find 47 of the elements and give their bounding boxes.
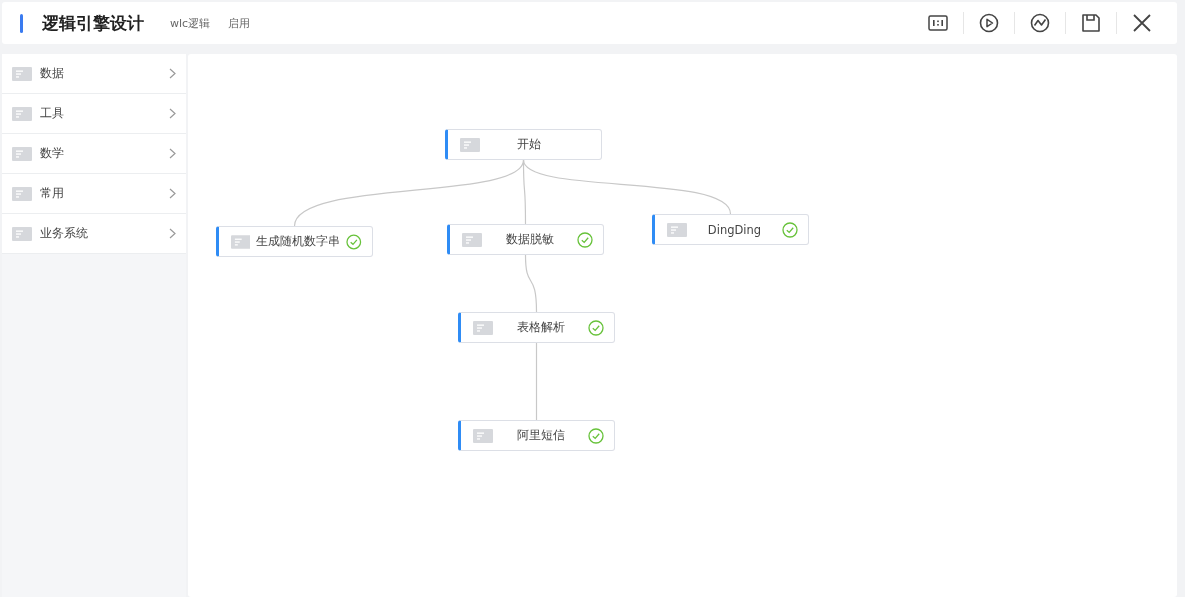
play-icon bbox=[979, 13, 999, 33]
close-icon bbox=[1132, 13, 1152, 33]
node-label: 阿里短信 bbox=[515, 428, 566, 443]
list-icon bbox=[473, 428, 493, 443]
node-label: 开始 bbox=[515, 137, 542, 152]
actual-size-button[interactable] bbox=[926, 13, 950, 33]
list-icon bbox=[12, 146, 32, 161]
page-title: 逻辑引擎设计 bbox=[42, 11, 144, 35]
list-icon bbox=[473, 320, 493, 335]
flow-node[interactable]: 数据脱敏 bbox=[447, 224, 604, 255]
node-label: 表格解析 bbox=[515, 320, 566, 335]
title-accent bbox=[20, 13, 23, 33]
chart-button[interactable] bbox=[1028, 11, 1052, 35]
flow-node[interactable]: 开始 bbox=[445, 129, 602, 160]
save-icon bbox=[1081, 13, 1101, 33]
ratio-icon bbox=[928, 15, 948, 31]
save-button[interactable] bbox=[1079, 11, 1103, 35]
flow-node[interactable]: DingDing bbox=[652, 214, 809, 245]
sidebar-item[interactable]: 工具 bbox=[2, 94, 186, 134]
logic-name: wlc逻辑 bbox=[170, 15, 211, 31]
node-label: 数据脱敏 bbox=[504, 232, 555, 247]
chevron-icon bbox=[169, 108, 176, 119]
list-icon bbox=[12, 106, 32, 121]
flow-node[interactable]: 阿里短信 bbox=[458, 420, 615, 451]
connector-line bbox=[524, 254, 538, 313]
chevron-icon bbox=[169, 188, 176, 199]
list-icon bbox=[12, 66, 32, 81]
status-text: 启用 bbox=[228, 15, 251, 31]
chevron-icon bbox=[169, 68, 176, 79]
sidebar-item[interactable]: 数学 bbox=[2, 134, 186, 174]
list-icon bbox=[12, 226, 32, 241]
flow-node[interactable]: 表格解析 bbox=[458, 312, 615, 343]
sidebar-item[interactable]: 常用 bbox=[2, 174, 186, 214]
list-icon bbox=[462, 232, 482, 247]
list-icon bbox=[460, 137, 480, 152]
chevron-icon bbox=[169, 228, 176, 239]
chevron-icon bbox=[169, 148, 176, 159]
sidebar-item[interactable]: 业务系统 bbox=[2, 214, 186, 254]
sidebar-item[interactable]: 数据 bbox=[2, 54, 186, 94]
node-label: 生成随机数字串 bbox=[256, 234, 341, 249]
run-button[interactable] bbox=[977, 11, 1001, 35]
flow-node[interactable]: 生成随机数字串 bbox=[216, 226, 373, 257]
trend-icon bbox=[1030, 13, 1050, 33]
list-icon bbox=[12, 186, 32, 201]
list-icon bbox=[231, 234, 251, 249]
list-icon bbox=[667, 222, 687, 237]
node-label: DingDing bbox=[706, 222, 763, 237]
